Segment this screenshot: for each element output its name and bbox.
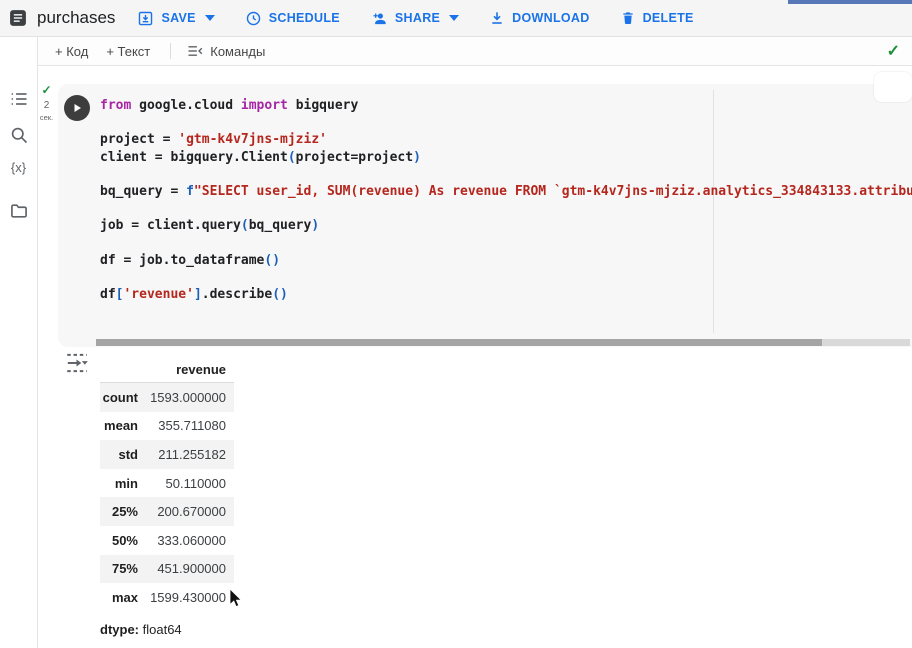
code-cell: from google.cloud import bigquery projec… — [58, 84, 912, 347]
add-text-button[interactable]: + Текст — [106, 44, 150, 59]
chevron-down-icon — [205, 15, 215, 21]
trash-icon — [620, 10, 636, 26]
download-icon — [489, 10, 505, 26]
notebook-app: purchases SAVE SCHEDULE SHARE — [0, 0, 912, 648]
row-value: 50.110000 — [138, 476, 234, 491]
code-line: client = bigquery.Client(project=project… — [100, 149, 912, 166]
run-cell-button[interactable] — [64, 95, 90, 121]
code-line — [100, 235, 912, 252]
search-icon[interactable] — [9, 125, 29, 145]
schedule-label: SCHEDULE — [269, 11, 340, 25]
execution-duration: 2 — [36, 101, 57, 111]
code-line: from google.cloud import bigquery — [100, 97, 912, 114]
save-menu-button[interactable] — [205, 15, 215, 21]
table-row: min50.110000 — [100, 469, 234, 498]
code-line — [100, 269, 912, 286]
code-editor[interactable]: from google.cloud import bigquery projec… — [100, 97, 912, 303]
code-line: df['revenue'].describe() — [100, 286, 912, 303]
save-label: SAVE — [161, 11, 195, 25]
table-row: 25%200.670000 — [100, 497, 234, 526]
row-label: count — [100, 390, 138, 405]
clock-icon — [245, 10, 262, 27]
left-sidebar: {x} — [0, 37, 38, 648]
mouse-cursor — [227, 588, 243, 609]
add-code-button[interactable]: + Код — [55, 44, 88, 59]
row-value: 1599.430000 — [138, 590, 234, 605]
horizontal-scrollbar-thumb[interactable] — [96, 339, 822, 346]
row-label: max — [100, 590, 138, 605]
schedule-button[interactable]: SCHEDULE — [245, 10, 340, 27]
delete-label: DELETE — [643, 11, 694, 25]
chevron-down-icon — [449, 15, 459, 21]
share-button[interactable]: SHARE — [370, 10, 440, 27]
describe-table: revenue count1593.000000mean355.711080st… — [100, 357, 234, 612]
notebook-title[interactable]: purchases — [37, 8, 115, 28]
row-value: 451.900000 — [138, 561, 234, 576]
notebook-saved-check: ✓ — [887, 41, 900, 61]
window-scrollbar-thumb[interactable] — [788, 0, 912, 4]
row-value: 211.255182 — [138, 447, 234, 462]
person-add-icon — [370, 10, 388, 27]
table-column-header: revenue — [100, 357, 234, 383]
row-value: 333.060000 — [138, 533, 234, 548]
execution-status: ✓ 2 сек. — [36, 84, 57, 122]
row-label: std — [100, 447, 138, 462]
row-value: 200.670000 — [138, 504, 234, 519]
table-row: std211.255182 — [100, 440, 234, 469]
code-line: bq_query = f"SELECT user_id, SUM(revenue… — [100, 183, 912, 200]
download-button[interactable]: DOWNLOAD — [489, 10, 589, 26]
top-toolbar: purchases SAVE SCHEDULE SHARE — [0, 0, 912, 37]
variables-icon[interactable]: {x} — [11, 160, 26, 175]
execution-duration-unit: сек. — [36, 114, 57, 122]
row-label: min — [100, 476, 138, 491]
table-row: 75%451.900000 — [100, 555, 234, 584]
commands-button[interactable]: Команды — [187, 44, 265, 59]
code-line — [100, 200, 912, 217]
add-code-label: + Код — [55, 44, 88, 59]
interactive-table-toggle[interactable] — [64, 350, 92, 378]
row-value: 1593.000000 — [138, 390, 234, 405]
code-line: job = client.query(bq_query) — [100, 217, 912, 234]
add-text-label: + Текст — [106, 44, 150, 59]
dtype-value: float64 — [143, 622, 182, 637]
save-icon — [137, 10, 154, 27]
code-line: project = 'gtm-k4v7jns-mjziz' — [100, 131, 912, 148]
dtype-label: dtype: — [100, 622, 139, 637]
describe-table-body: count1593.000000mean355.711080std211.255… — [100, 383, 234, 612]
row-label: 75% — [100, 561, 138, 576]
play-icon — [71, 102, 83, 114]
cell-actions-toolbar — [874, 72, 912, 102]
cell-toolbar: + Код + Текст Команды ✓ — [37, 37, 912, 66]
table-row: 50%333.060000 — [100, 526, 234, 555]
table-of-contents-icon[interactable] — [9, 89, 29, 109]
share-menu-button[interactable] — [449, 15, 459, 21]
code-line: df = job.to_dataframe() — [100, 252, 912, 269]
row-label: 25% — [100, 504, 138, 519]
notebook-icon — [8, 8, 28, 28]
code-line — [100, 166, 912, 183]
interactive-table-icon — [64, 350, 90, 376]
table-row: count1593.000000 — [100, 383, 234, 412]
table-row: max1599.430000 — [100, 583, 234, 612]
files-icon[interactable] — [9, 201, 29, 221]
row-label: 50% — [100, 533, 138, 548]
commands-label: Команды — [210, 44, 265, 59]
save-button[interactable]: SAVE — [137, 10, 195, 27]
command-palette-icon — [187, 44, 204, 58]
row-value: 355.711080 — [138, 418, 234, 433]
row-label: mean — [100, 418, 138, 433]
share-label: SHARE — [395, 11, 440, 25]
download-label: DOWNLOAD — [512, 11, 589, 25]
delete-button[interactable]: DELETE — [620, 10, 694, 26]
code-line — [100, 114, 912, 131]
toolbar-divider — [170, 43, 171, 59]
cell-success-check: ✓ — [36, 84, 57, 96]
table-row: mean355.711080 — [100, 412, 234, 441]
dtype-line: dtype: float64 — [100, 622, 182, 637]
